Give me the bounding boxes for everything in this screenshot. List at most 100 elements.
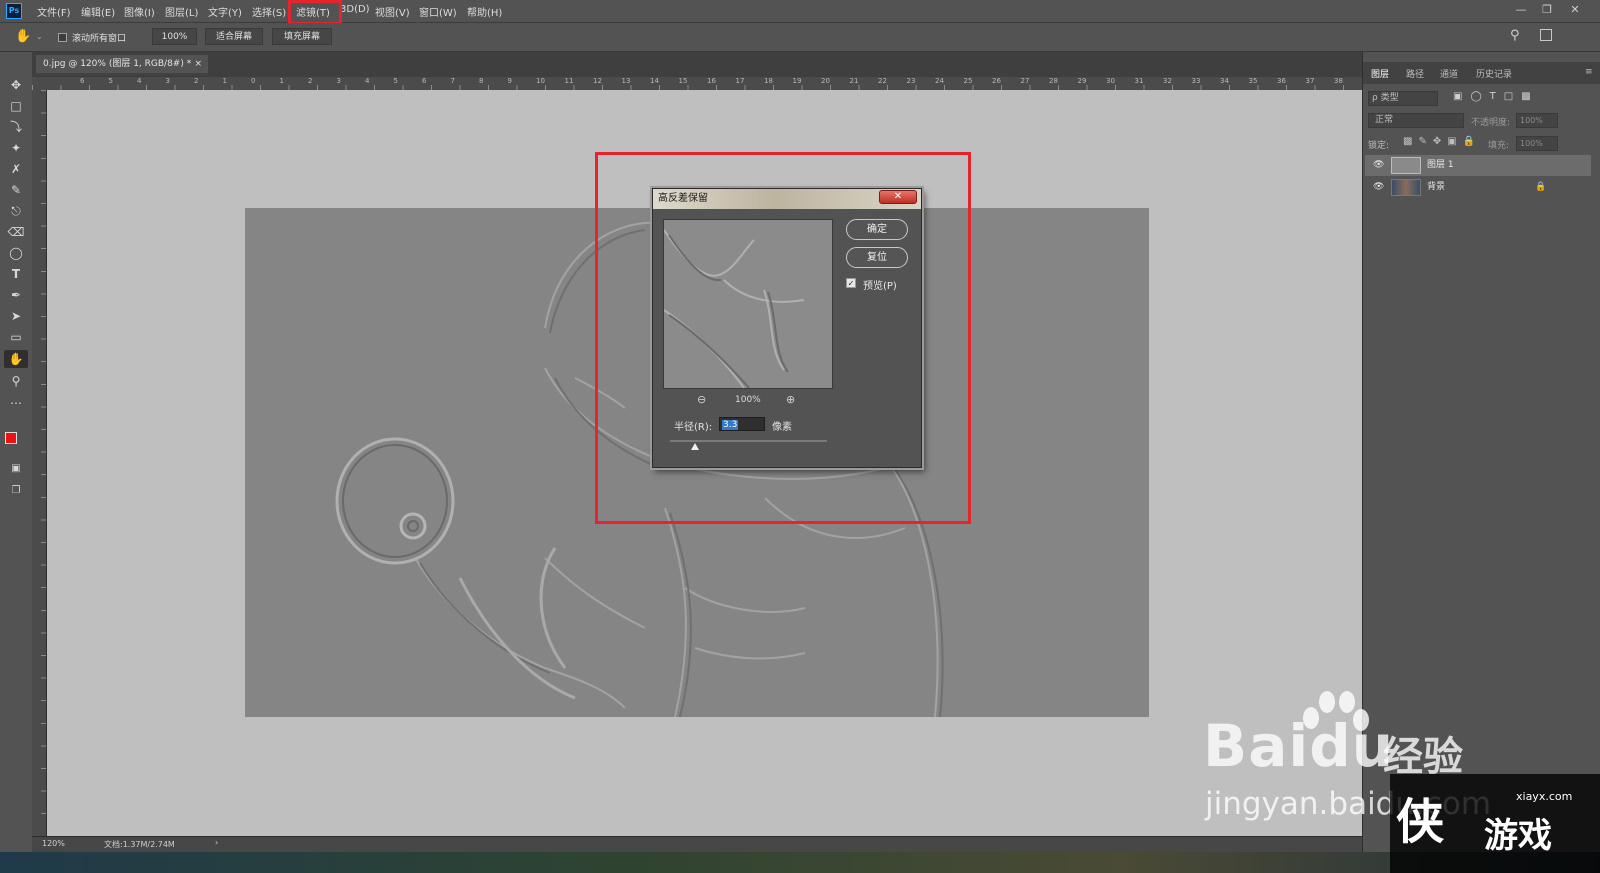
ruler-mark: 27 — [1020, 77, 1030, 85]
rectangle-tool-icon[interactable]: ▭ — [4, 328, 28, 346]
filter-preview[interactable] — [663, 219, 833, 389]
menu-file[interactable]: 文件(F) — [37, 4, 71, 19]
tab-history[interactable]: 历史记录 — [1476, 67, 1512, 80]
zoom-100-button[interactable]: 100% — [152, 28, 197, 45]
zoom-out-icon[interactable]: ⊖ — [697, 393, 706, 406]
preview-checkbox[interactable]: ✓ — [846, 278, 856, 288]
quick-select-tool-icon[interactable]: ✦ — [4, 139, 28, 157]
blend-mode-select[interactable]: 正常 — [1368, 113, 1464, 128]
opacity-input[interactable]: 100% — [1516, 113, 1558, 128]
menu-3d[interactable]: 3D(D) — [340, 4, 370, 15]
document-tab-title: 0.jpg @ 120% (图层 1, RGB/8#) * — [43, 59, 192, 69]
preview-label: 预览(P) — [863, 281, 897, 292]
menu-type[interactable]: 文字(Y) — [208, 4, 242, 19]
fit-screen-button[interactable]: 适合屏幕 — [205, 28, 263, 45]
vertical-ruler — [32, 90, 47, 836]
menu-window[interactable]: 窗口(W) — [419, 4, 457, 19]
foreground-color-swatch[interactable] — [5, 432, 17, 444]
crop-tool-icon[interactable]: ✗ — [4, 160, 28, 178]
visibility-eye-icon[interactable]: 👁 — [1373, 177, 1384, 198]
fill-input[interactable]: 100% — [1516, 136, 1558, 151]
layer-filter-icons[interactable]: ▣◯T□▩ — [1453, 91, 1539, 102]
menu-select[interactable]: 选择(S) — [252, 4, 286, 19]
tab-layers[interactable]: 图层 — [1371, 67, 1389, 80]
ruler-mark: 0 — [251, 77, 256, 85]
layer-name: 图层 1 — [1427, 160, 1454, 170]
pixels-unit-label: 像素 — [772, 422, 792, 433]
search-icon[interactable]: ⚲ — [1510, 28, 1520, 43]
tool-preset-chevron-icon[interactable]: ⌄ — [36, 32, 43, 41]
stamp-tool-icon[interactable]: ⎋ — [4, 202, 28, 220]
status-zoom[interactable]: 120% — [42, 839, 65, 848]
menu-edit[interactable]: 编辑(E) — [81, 4, 115, 19]
radius-slider-thumb[interactable] — [691, 443, 700, 450]
status-bar: 120% 文档:1.37M/2.74M › — [32, 836, 1362, 853]
screen-mode-icon[interactable]: ❐ — [4, 482, 28, 500]
ruler-mark: 1 — [279, 77, 284, 85]
radius-slider-track[interactable] — [670, 440, 827, 442]
hand-tool-icon[interactable]: ✋ — [4, 350, 28, 368]
ruler-mark: 24 — [935, 77, 944, 85]
tab-channels[interactable]: 通道 — [1440, 67, 1458, 80]
opacity-label: 不透明度: — [1471, 118, 1511, 128]
zoom-tool-icon[interactable]: ⚲ — [4, 372, 28, 390]
tools-panel: ✥ □ ⤵ ✦ ✗ ✎ ⎋ ⌫ ◯ T ✒ ➤ ▭ ✋ ⚲ ⋯ ▣ ❐ — [0, 66, 33, 836]
close-tab-icon[interactable]: × — [194, 55, 202, 74]
lock-icons[interactable]: ▩✎✥▣🔒 — [1403, 136, 1481, 147]
ruler-mark: 10 — [536, 77, 545, 85]
lasso-tool-icon[interactable]: ⤵ — [4, 118, 28, 136]
ruler-mark: 37 — [1305, 77, 1315, 85]
fill-label: 填充: — [1488, 141, 1510, 151]
brush-tool-icon[interactable]: ✎ — [4, 181, 28, 199]
ruler-mark: 20 — [821, 77, 830, 85]
path-select-tool-icon[interactable]: ➤ — [4, 307, 28, 325]
restore-icon[interactable]: ❐ — [1537, 2, 1557, 18]
ruler-mark: 29 — [1077, 77, 1087, 85]
ok-button[interactable]: 确定 — [846, 219, 908, 240]
panel-menu-icon[interactable]: ≡ — [1585, 67, 1593, 77]
ruler-mark: 17 — [735, 77, 745, 85]
ruler-mark: 3 — [165, 77, 170, 85]
ruler-mark: 30 — [1106, 77, 1115, 85]
type-tool-icon[interactable]: T — [4, 265, 28, 283]
scroll-all-windows-checkbox[interactable] — [58, 33, 67, 42]
dodge-tool-icon[interactable]: ◯ — [4, 244, 28, 262]
dialog-close-icon[interactable]: ✕ — [879, 190, 917, 204]
menu-filter[interactable]: 滤镜(T) — [296, 4, 330, 19]
pen-tool-icon[interactable]: ✒ — [4, 286, 28, 304]
quick-mask-icon[interactable]: ▣ — [4, 460, 28, 478]
ruler-mark: 4 — [137, 77, 142, 85]
ruler-mark: 25 — [963, 77, 973, 85]
menu-view[interactable]: 视图(V) — [375, 4, 410, 19]
fill-screen-button[interactable]: 填充屏幕 — [272, 28, 332, 45]
close-icon[interactable]: ✕ — [1565, 2, 1585, 18]
hand-tool-icon[interactable]: ✋ — [15, 29, 31, 44]
workspace-icon[interactable] — [1540, 29, 1552, 41]
document-tab[interactable]: 0.jpg @ 120% (图层 1, RGB/8#) * × — [36, 55, 208, 75]
more-tools-icon[interactable]: ⋯ — [4, 394, 28, 412]
menu-layer[interactable]: 图层(L) — [165, 4, 198, 19]
marquee-tool-icon[interactable]: □ — [4, 97, 28, 115]
radius-input[interactable]: 3.3 — [719, 417, 765, 431]
dialog-title-bar[interactable]: 高反差保留 ✕ — [653, 189, 921, 209]
visibility-eye-icon[interactable]: 👁 — [1373, 155, 1384, 176]
menu-help[interactable]: 帮助(H) — [467, 4, 502, 19]
lock-icon: 🔒 — [1535, 182, 1547, 192]
layer-filter-input[interactable]: ρ 类型 — [1368, 91, 1438, 106]
layer-row-layer1[interactable]: 👁 图层 1 — [1365, 155, 1591, 176]
tab-paths[interactable]: 路径 — [1406, 67, 1424, 80]
status-expand-icon[interactable]: › — [215, 838, 218, 847]
layer-row-background[interactable]: 👁 背景 🔒 — [1365, 177, 1591, 198]
ruler-mark: 15 — [678, 77, 688, 85]
eraser-tool-icon[interactable]: ⌫ — [4, 223, 28, 241]
ruler-mark: 16 — [707, 77, 716, 85]
zoom-in-icon[interactable]: ⊕ — [786, 393, 795, 406]
move-tool-icon[interactable]: ✥ — [4, 76, 28, 94]
ruler-mark: 31 — [1134, 77, 1144, 85]
reset-button[interactable]: 复位 — [846, 247, 908, 268]
menu-image[interactable]: 图像(I) — [124, 4, 155, 19]
document-tab-strip — [32, 52, 1362, 77]
minimize-icon[interactable]: — — [1511, 2, 1531, 18]
taskbar — [0, 852, 1600, 873]
layer-name: 背景 — [1427, 182, 1446, 192]
